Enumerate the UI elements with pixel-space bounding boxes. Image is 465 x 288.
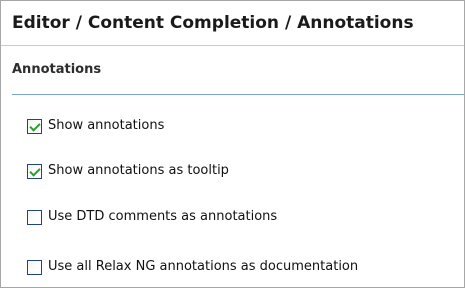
use-relaxng-annotations-checkbox[interactable] bbox=[27, 259, 42, 275]
show-annotations-checkbox[interactable] bbox=[27, 118, 42, 134]
checkmark-icon bbox=[29, 119, 41, 132]
use-dtd-comments-label[interactable]: Use DTD comments as annotations bbox=[48, 208, 277, 226]
section-title: Annotations bbox=[12, 62, 102, 77]
option-show-annotations-tooltip[interactable]: Show annotations as tooltip bbox=[27, 162, 229, 180]
option-show-annotations[interactable]: Show annotations bbox=[27, 117, 164, 135]
show-annotations-label[interactable]: Show annotations bbox=[48, 117, 164, 135]
use-relaxng-annotations-label[interactable]: Use all Relax NG annotations as document… bbox=[48, 258, 358, 276]
page-title-bar: Editor / Content Completion / Annotation… bbox=[1, 1, 464, 46]
use-dtd-comments-checkbox[interactable] bbox=[27, 209, 42, 225]
show-annotations-tooltip-checkbox[interactable] bbox=[27, 163, 42, 179]
option-use-dtd-comments[interactable]: Use DTD comments as annotations bbox=[27, 208, 277, 226]
page-title: Editor / Content Completion / Annotation… bbox=[12, 13, 414, 33]
section-divider bbox=[12, 94, 464, 95]
preferences-panel: Editor / Content Completion / Annotation… bbox=[0, 0, 465, 288]
checkmark-icon bbox=[29, 164, 41, 177]
option-use-relaxng-annotations[interactable]: Use all Relax NG annotations as document… bbox=[27, 258, 358, 276]
show-annotations-tooltip-label[interactable]: Show annotations as tooltip bbox=[48, 162, 229, 180]
